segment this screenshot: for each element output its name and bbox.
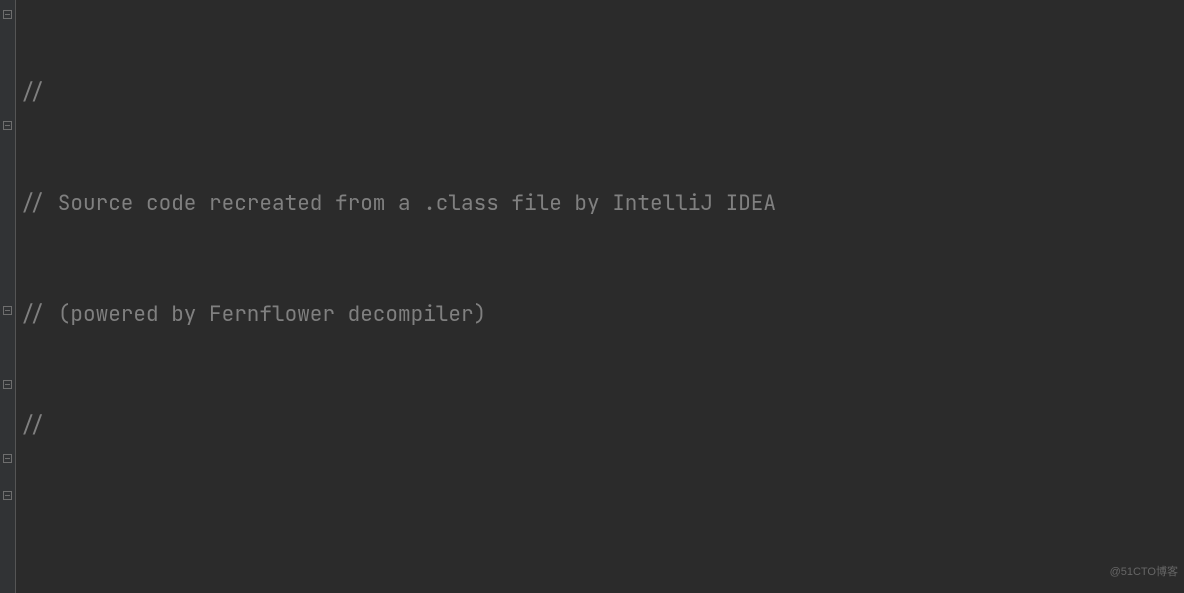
editor-gutter <box>0 0 16 593</box>
fold-marker-icon[interactable] <box>3 491 12 500</box>
fold-marker-icon[interactable] <box>3 306 12 315</box>
comment: // <box>20 412 45 439</box>
comment: // Source code recreated from a .class f… <box>20 190 776 217</box>
comment: // (powered by Fernflower decompiler) <box>20 301 486 328</box>
fold-marker-icon[interactable] <box>3 121 12 130</box>
fold-marker-icon[interactable] <box>3 380 12 389</box>
fold-marker-icon[interactable] <box>3 454 12 463</box>
comment: // <box>20 79 45 106</box>
fold-marker-icon[interactable] <box>3 10 12 19</box>
code-editor[interactable]: // // Source code recreated from a .clas… <box>16 0 1184 593</box>
watermark: @51CTO博客 <box>1110 554 1178 591</box>
